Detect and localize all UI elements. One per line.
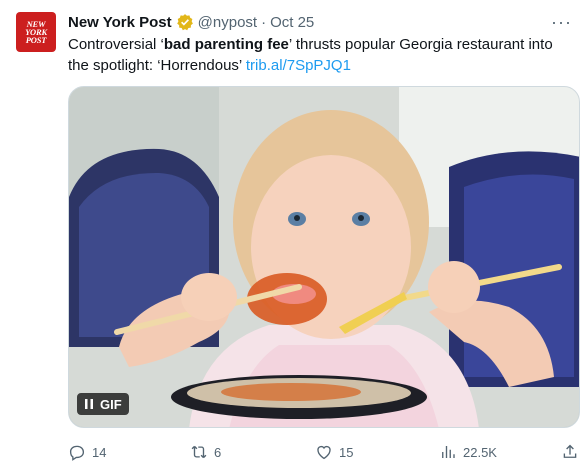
handle[interactable]: @nypost xyxy=(198,14,257,31)
reply-button[interactable]: 14 xyxy=(68,443,190,461)
views-button[interactable]: 22.5K xyxy=(439,443,561,461)
pause-icon[interactable] xyxy=(84,398,94,410)
retweet-button[interactable]: 6 xyxy=(190,443,315,461)
gif-label: GIF xyxy=(100,396,122,412)
tweet-text-part1: Controversial ‘ xyxy=(68,36,164,53)
tweet-text: Controversial ‘bad parenting fee’ thrust… xyxy=(68,34,574,76)
display-name[interactable]: New York Post xyxy=(68,14,172,31)
views-icon xyxy=(442,446,455,458)
action-bar: 14 6 15 22.5K xyxy=(68,440,580,464)
like-button[interactable]: 15 xyxy=(315,443,439,461)
share-button[interactable] xyxy=(561,443,579,461)
gif-badge[interactable]: GIF xyxy=(77,393,129,415)
avatar[interactable]: NEW YORK POST xyxy=(16,12,56,52)
views-count: 22.5K xyxy=(463,444,497,460)
reply-icon xyxy=(69,445,85,461)
tweet-text-bold: bad parenting fee xyxy=(163,36,289,53)
tweet-date[interactable]: Oct 25 xyxy=(270,14,314,31)
separator-dot: · xyxy=(261,13,267,31)
retweet-count: 6 xyxy=(214,444,222,460)
tweet-header: New York Post @nypost · Oct 25 ··· xyxy=(68,11,572,33)
gif-illustration xyxy=(69,87,579,427)
avatar-line-3: POST xyxy=(25,35,47,45)
like-count: 15 xyxy=(339,444,354,460)
reply-count: 14 xyxy=(92,444,107,460)
share-icon xyxy=(563,444,577,458)
gif-media[interactable]: GIF xyxy=(68,86,580,428)
like-icon xyxy=(317,445,331,460)
tweet-link[interactable]: trib.al/7SpPJQ1 xyxy=(246,57,351,74)
more-options-icon[interactable]: ··· xyxy=(551,11,572,33)
retweet-icon xyxy=(191,445,207,459)
verified-badge-icon[interactable] xyxy=(176,13,194,31)
